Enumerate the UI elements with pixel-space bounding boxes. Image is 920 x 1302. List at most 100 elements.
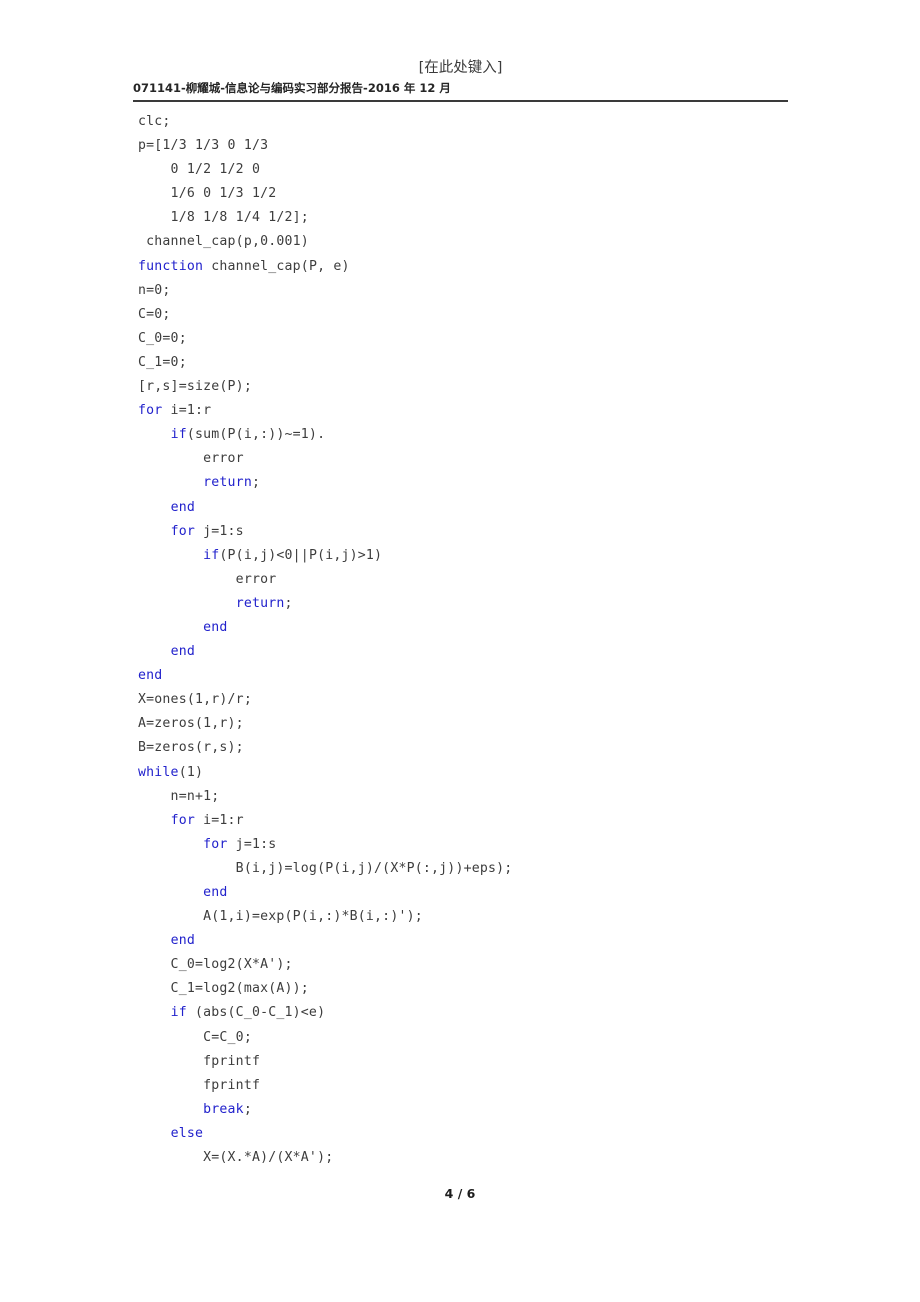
code-line: end (138, 616, 818, 640)
code-text: n=0; (138, 282, 171, 298)
matlab-code-block: clc; p=[1/3 1/3 0 1/3 0 1/2 1/2 0 1/6 0 1… (138, 110, 818, 1170)
code-text: fprintf (138, 1053, 261, 1069)
code-line: A(1,i)=exp(P(i,:)*B(i,:)'); (138, 905, 818, 929)
code-text: C_1=0; (138, 354, 187, 370)
code-line: C_1=0; (138, 351, 818, 375)
code-text: A(1,i)=exp(P(i,:)*B(i,:)'); (138, 909, 423, 925)
code-line: fprintf (138, 1074, 818, 1098)
code-text: (P(i,j)<0||P(i,j)>1) (219, 547, 383, 563)
code-line: B(i,j)=log(P(i,j)/(X*P(:,j))+eps); (138, 857, 818, 881)
code-line: C=C_0; (138, 1026, 818, 1050)
header-title-text: 071141-柳耀城-信息论与编码实习部分报告-2016 年 12 月 (133, 81, 451, 95)
code-text: [r,s]=size(P); (138, 379, 252, 395)
code-keyword: return (203, 475, 252, 491)
document-page: [在此处键入] 071141-柳耀城-信息论与编码实习部分报告-2016 年 1… (0, 0, 920, 1302)
code-text: j=1:s (227, 836, 277, 852)
page-header: [在此处键入] 071141-柳耀城-信息论与编码实习部分报告-2016 年 1… (133, 58, 788, 102)
code-keyword: end (170, 499, 195, 515)
code-text: (abs(C_0-C_1)<e) (186, 1005, 326, 1021)
code-keyword: if (203, 547, 220, 563)
code-line: error (138, 568, 818, 592)
code-line: if(P(i,j)<0||P(i,j)>1) (138, 544, 818, 568)
code-line: 0 1/2 1/2 0 (138, 158, 818, 182)
code-line: C_1=log2(max(A)); (138, 977, 818, 1001)
code-keyword: for (170, 812, 195, 828)
code-line: function channel_cap(P, e) (138, 255, 818, 279)
code-line: if (abs(C_0-C_1)<e) (138, 1001, 818, 1025)
code-text: C_1=log2(max(A)); (138, 981, 309, 997)
code-text: (1) (178, 764, 204, 780)
code-text: error (138, 451, 244, 467)
code-text: ; (243, 1101, 252, 1117)
code-keyword: end (203, 619, 228, 635)
code-line: for j=1:s (138, 520, 818, 544)
code-line: C=0; (138, 303, 818, 327)
code-text: X=ones(1,r)/r; (138, 692, 252, 708)
code-text: 0 1/2 1/2 0 (138, 162, 261, 178)
code-text: fprintf (138, 1077, 261, 1093)
code-text: ; (284, 595, 293, 611)
code-text: B=zeros(r,s); (138, 740, 244, 756)
code-line: C_0=0; (138, 327, 818, 351)
code-text: p=[1/3 1/3 0 1/3 (138, 138, 269, 154)
code-keyword: end (170, 933, 195, 949)
code-text: channel_cap(p,0.001) (138, 234, 309, 250)
code-line: X=(X.*A)/(X*A'); (138, 1146, 818, 1170)
code-text: C_0=0; (138, 330, 187, 346)
code-text: C_0=log2(X*A'); (138, 957, 293, 973)
code-keyword: break (203, 1101, 244, 1117)
code-line: channel_cap(p,0.001) (138, 230, 818, 254)
code-text: error (138, 571, 277, 587)
code-text: X=(X.*A)/(X*A'); (138, 1150, 334, 1166)
code-line: else (138, 1122, 818, 1146)
code-text: i=1:r (162, 403, 212, 419)
code-line: C_0=log2(X*A'); (138, 953, 818, 977)
code-text: j=1:s (194, 523, 244, 539)
code-line: for i=1:r (138, 399, 818, 423)
code-keyword: for (203, 836, 228, 852)
code-line: clc; (138, 110, 818, 134)
code-line: end (138, 640, 818, 664)
code-keyword: function (138, 258, 204, 274)
code-keyword: else (170, 1125, 204, 1141)
code-line: error (138, 447, 818, 471)
code-text: channel_cap(P, e) (203, 258, 350, 274)
header-divider (133, 100, 788, 102)
code-line: end (138, 664, 818, 688)
code-line: p=[1/3 1/3 0 1/3 (138, 134, 818, 158)
code-line: X=ones(1,r)/r; (138, 688, 818, 712)
code-text: clc; (138, 114, 171, 129)
code-text: ; (251, 475, 261, 491)
code-keyword: for (170, 523, 195, 539)
code-line: end (138, 929, 818, 953)
code-line: n=n+1; (138, 785, 818, 809)
code-keyword: for (138, 403, 163, 419)
code-text: n=n+1; (138, 788, 220, 804)
code-line: return; (138, 592, 818, 616)
code-text: 1/8 1/8 1/4 1/2]; (138, 210, 309, 226)
code-line: [r,s]=size(P); (138, 375, 818, 399)
header-placeholder-text: [在此处键入] (418, 60, 503, 76)
code-keyword: return (235, 595, 285, 611)
code-text: i=1:r (194, 812, 244, 828)
code-text: B(i,j)=log(P(i,j)/(X*P(:,j))+eps); (138, 860, 513, 876)
code-keyword: if (170, 427, 187, 443)
code-line: if(sum(P(i,:))~=1). (138, 423, 818, 447)
code-line: while(1) (138, 761, 818, 785)
code-keyword: end (203, 885, 228, 900)
code-text: (sum(P(i,:))~=1). (186, 427, 326, 443)
code-line: n=0; (138, 279, 818, 303)
code-line: break; (138, 1098, 818, 1122)
